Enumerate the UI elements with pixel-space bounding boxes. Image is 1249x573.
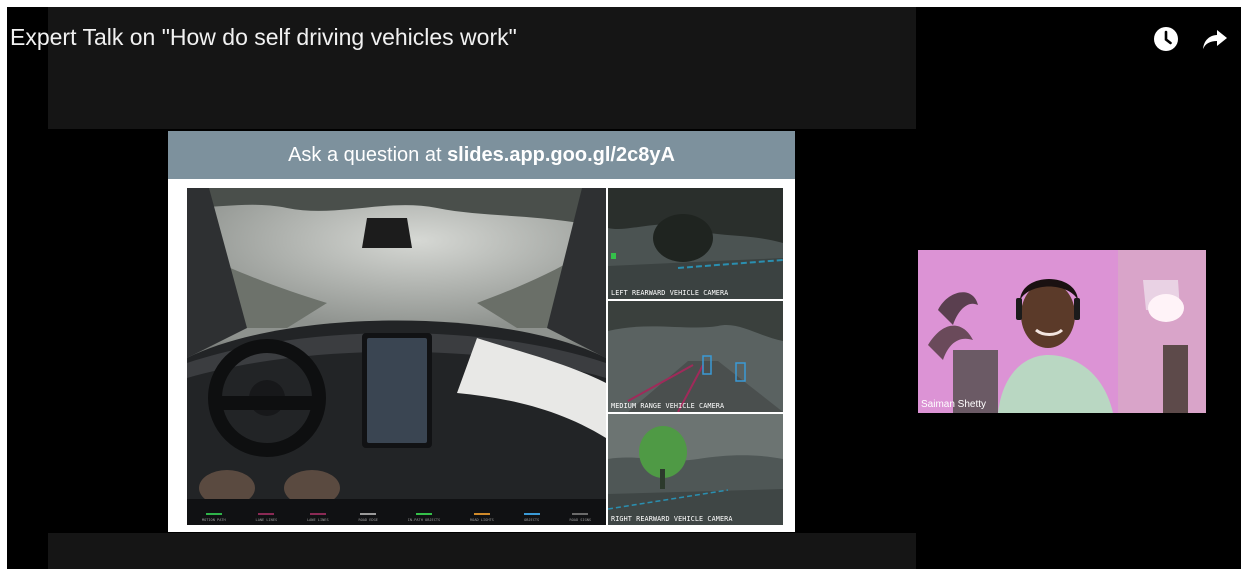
right-rearward-camera-feed: RIGHT REARWARD VEHICLE CAMERA [608,414,783,525]
legend-label: MOTION PATH [201,518,226,522]
legend-item: IN-PATH OBJECTS [408,513,440,522]
medium-range-camera-feed: MEDIUM RANGE VEHICLE CAMERA [608,301,783,412]
legend-item: OBJECTS [523,513,540,522]
video-title-bar: Expert Talk on "How do self driving vehi… [7,7,1241,77]
legend-label: IN-PATH OBJECTS [407,518,441,522]
slide-header-prefix: Ask a question at [288,144,448,166]
slide-header: Ask a question at slides.app.goo.gl/2c8y… [168,131,795,179]
legend-item: ROAD EDGE [358,513,378,522]
camera-label: RIGHT REARWARD VEHICLE CAMERA [611,515,733,523]
participant-video-tile[interactable]: Saiman Shetty [918,250,1206,413]
legend-label: LANE LINES [306,518,329,522]
legend-item: LANE LINES [255,513,278,522]
legend-label: ROAD LIGHTS [470,518,494,522]
legend-swatch [523,513,540,515]
legend-item: ROAD LIGHTS [470,513,494,522]
legend-swatch [309,513,326,515]
legend-label: LANE LINES [255,518,278,522]
participant-name: Saiman Shetty [921,399,987,410]
share-arrow-icon[interactable] [1199,23,1231,55]
object-legend-strip: MOTION PATH LANE LINES LANE LINES ROAD E… [187,499,606,525]
video-player[interactable]: Expert Talk on "How do self driving vehi… [7,7,1241,569]
legend-item: LANE LINES [307,513,329,522]
legend-swatch [360,513,377,515]
legend-swatch [473,513,490,515]
legend-label: OBJECTS [524,518,540,522]
presentation-slide: Ask a question at slides.app.goo.gl/2c8y… [168,131,795,532]
camera-label: LEFT REARWARD VEHICLE CAMERA [611,289,729,297]
legend-swatch [205,513,222,515]
legend-swatch [415,513,432,515]
clock-icon[interactable] [1150,23,1182,55]
legend-swatch [258,513,275,515]
video-title[interactable]: Expert Talk on "How do self driving vehi… [10,24,517,51]
legend-label: ROAD EDGE [358,518,378,522]
slide-question-link: slides.app.goo.gl/2c8yA [447,144,675,166]
left-rearward-camera-feed: LEFT REARWARD VEHICLE CAMERA [608,188,783,299]
legend-item: ROAD SIGNS [569,513,591,522]
tesla-cabin-camera-view: MOTION PATH LANE LINES LANE LINES ROAD E… [187,188,606,525]
legend-item: MOTION PATH [202,513,226,522]
camera-label: MEDIUM RANGE VEHICLE CAMERA [611,402,725,410]
legend-label: ROAD SIGNS [569,518,592,522]
legend-swatch [572,513,589,515]
